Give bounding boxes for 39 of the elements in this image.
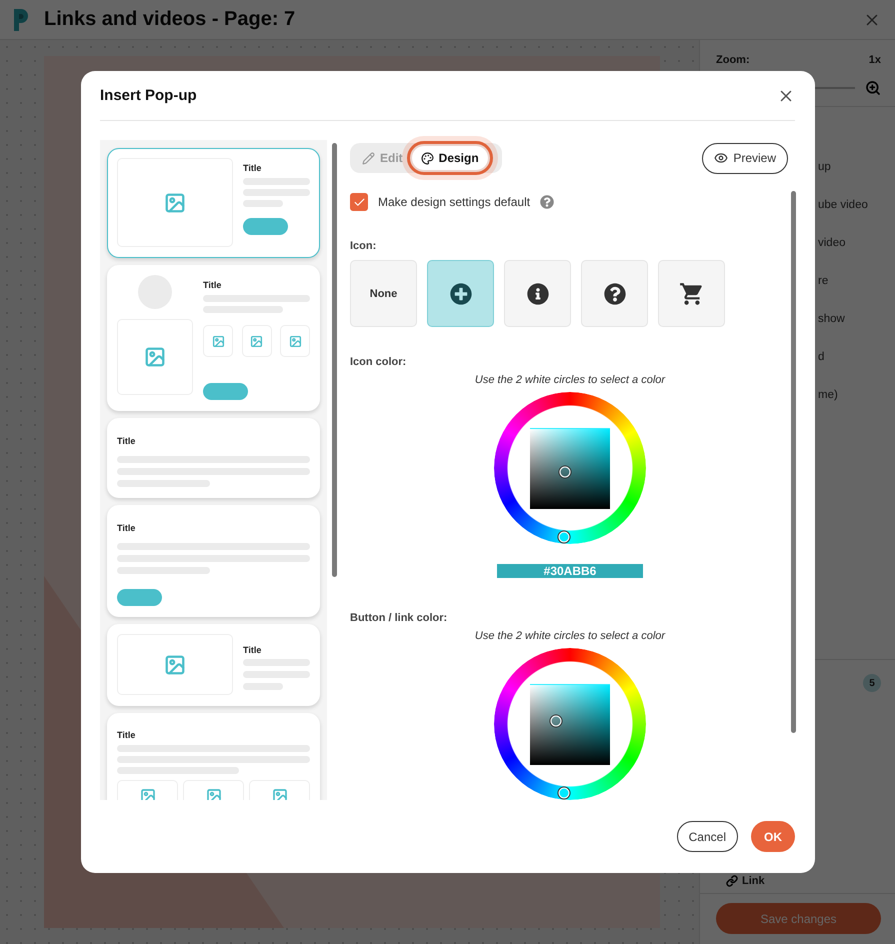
menu-item[interactable]: up (818, 159, 895, 175)
template-card[interactable]: Title (107, 624, 320, 706)
menu-item[interactable]: ube video (818, 197, 895, 213)
card-title: Title (203, 280, 222, 290)
link-label: Link (742, 875, 765, 887)
cancel-button[interactable]: Cancel (676, 821, 738, 852)
zoom-value: 1x (868, 54, 881, 66)
menu-item[interactable]: me) (818, 387, 895, 403)
tab[interactable]: Edit (353, 146, 412, 170)
icon-option[interactable]: None (350, 260, 417, 327)
ok-button[interactable]: OK (751, 821, 795, 852)
menu-item[interactable]: show (818, 311, 895, 327)
section-label: Icon color: (350, 356, 408, 368)
card-title: Title (117, 730, 136, 740)
count-badge: 5 (863, 674, 881, 692)
template-card[interactable]: Title (107, 148, 320, 258)
card-title: Title (243, 163, 262, 173)
hint-text: Use the 2 white circles to select a color (474, 630, 666, 642)
card-title: Title (243, 644, 262, 654)
template-card[interactable]: Title (107, 713, 320, 800)
menu-item[interactable]: video (818, 235, 895, 251)
menu-item[interactable]: re (818, 273, 895, 289)
zoom-label: Zoom: (716, 54, 750, 66)
preview-button[interactable]: Preview (702, 142, 788, 174)
save-button[interactable]: Save changes (716, 903, 881, 934)
menu-item[interactable]: d (818, 349, 895, 365)
page-title: Links and videos - Page: 7 (44, 8, 296, 31)
tab[interactable]: Design (412, 146, 488, 170)
color-value-field[interactable]: #30ABB6 (497, 564, 643, 578)
hint-text: Use the 2 white circles to select a color (474, 374, 666, 386)
section-label: Icon: (350, 240, 378, 252)
section-label: Button / link color: (350, 612, 448, 624)
template-card[interactable]: Title (107, 505, 320, 617)
template-card[interactable]: Title (107, 418, 320, 498)
template-card[interactable]: Title (107, 265, 320, 411)
dialog-title: Insert Pop-up (100, 87, 197, 104)
card-title: Title (117, 523, 136, 533)
checkbox-label: Make design settings default (378, 195, 530, 209)
card-title: Title (117, 436, 136, 446)
